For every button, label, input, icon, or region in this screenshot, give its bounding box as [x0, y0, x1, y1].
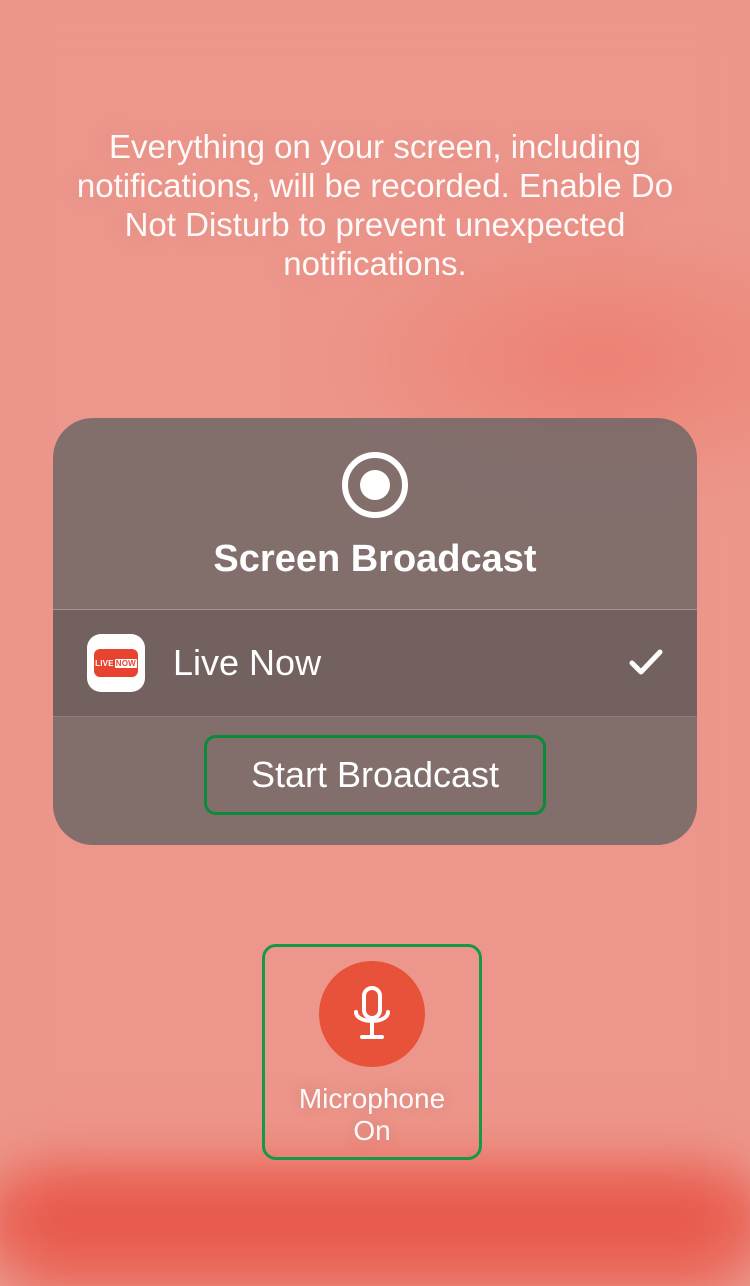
recording-disclaimer: Everything on your screen, including not… — [60, 128, 690, 284]
microphone-status-label: Microphone On — [299, 1083, 445, 1147]
panel-title: Screen Broadcast — [213, 538, 536, 581]
panel-footer: Start Broadcast — [53, 717, 697, 845]
record-icon — [342, 452, 408, 518]
screen-broadcast-panel: Screen Broadcast LIVENOW Live Now Start … — [53, 418, 697, 845]
microphone-toggle[interactable]: Microphone On — [262, 944, 482, 1160]
app-icon: LIVENOW — [87, 634, 145, 692]
app-icon-now-text: NOW — [115, 659, 137, 668]
microphone-label-line1: Microphone — [299, 1083, 445, 1114]
microphone-icon — [319, 961, 425, 1067]
checkmark-icon — [629, 641, 663, 686]
app-icon-live-text: LIVE — [95, 659, 114, 668]
start-broadcast-button[interactable]: Start Broadcast — [204, 735, 546, 815]
panel-header: Screen Broadcast — [53, 418, 697, 610]
microphone-label-line2: On — [353, 1115, 390, 1146]
app-name-label: Live Now — [173, 642, 629, 684]
broadcast-target-row[interactable]: LIVENOW Live Now — [53, 610, 697, 717]
